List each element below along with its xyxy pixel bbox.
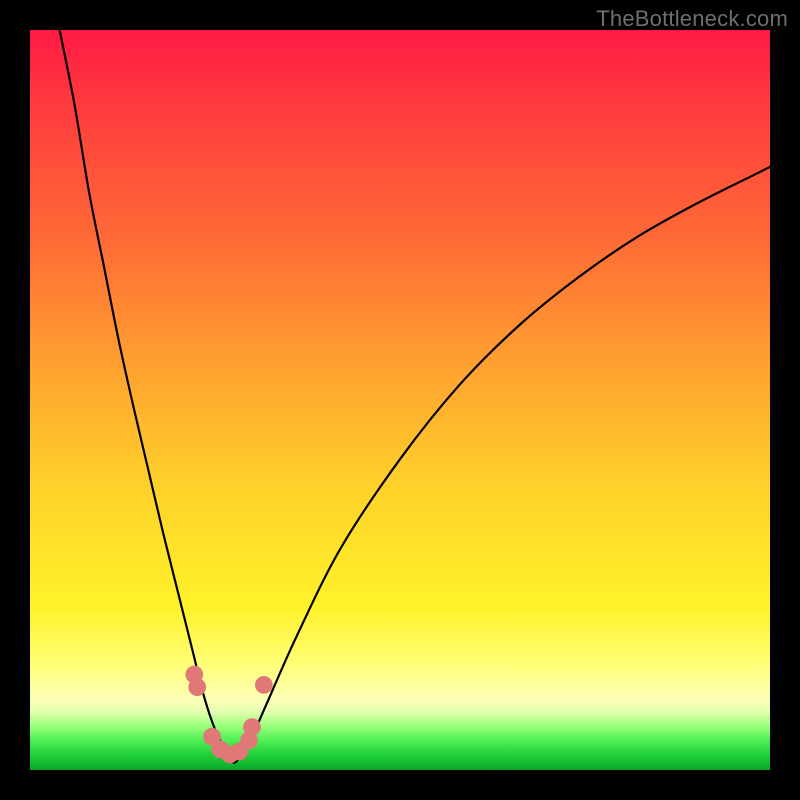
curve-layer <box>30 30 770 770</box>
watermark-text: TheBottleneck.com <box>596 6 788 32</box>
plot-area <box>30 30 770 770</box>
data-marker <box>243 718 261 736</box>
chart-frame: TheBottleneck.com <box>0 0 800 800</box>
data-markers <box>185 666 272 764</box>
bottleneck-curve <box>60 30 770 763</box>
data-marker <box>255 676 273 694</box>
data-marker <box>188 678 206 696</box>
